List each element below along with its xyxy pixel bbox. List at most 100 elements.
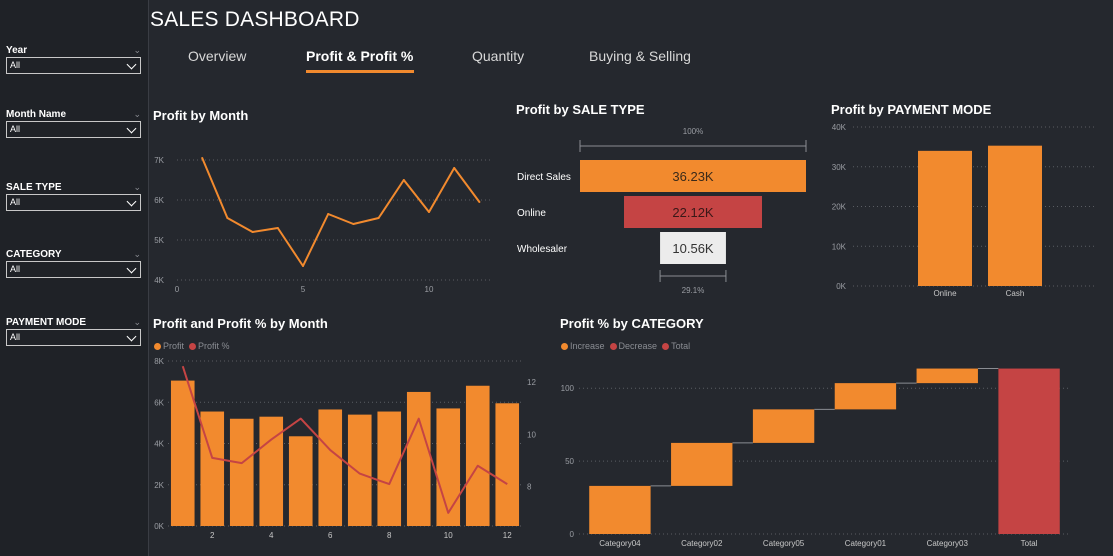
profit-line [201,157,481,267]
legend-label: Total [671,341,691,351]
y-tick-label: 50 [565,457,574,466]
line-point [402,179,405,181]
payment-bar [918,150,972,286]
x-category-label: Category01 [845,539,887,548]
filter-selected-value: All [10,60,21,70]
profit-pct-by-category-chart: 0 50 100 Category04 Category02 Category05 Cate… [561,368,1070,548]
y-tick-label: 4K [154,276,164,285]
x-category-label: Online [933,289,957,298]
filter-year: Year ⌄ All [6,45,143,74]
filter-label: SALE TYPE [6,182,62,193]
profit-bar [170,380,195,526]
waterfall-bar [752,409,815,443]
x-category-label: Category02 [681,539,723,548]
line-point [428,211,430,213]
legend-item: Profit [154,341,184,351]
x-tick-label: 10 [425,285,434,294]
filter-dropdown-category[interactable]: All [6,261,141,278]
chart-title-profit-and-profit-pct-by-month: Profit and Profit % by Month [153,316,328,331]
profit-and-profit-pct-chart: 0K 2K 4K 6K 8K 8 10 12 2 4 6 8 10 12 [154,357,536,540]
profit-bar [347,414,372,526]
chart-title-profit-by-sale-type: Profit by SALE TYPE [516,102,645,117]
y-tick-label-left: 8K [154,357,164,366]
profit-pct-by-category-legend: Increase Decrease Total [561,341,695,351]
page-title: SALES DASHBOARD [150,8,360,31]
chart-title-profit-by-month: Profit by Month [153,108,249,123]
filter-label: PAYMENT MODE [6,317,87,328]
waterfall-bar [916,368,978,384]
x-tick-label: 12 [503,531,512,540]
line-point [251,231,254,233]
waterfall-bar [998,368,1060,534]
tab-overview[interactable]: Overview [188,48,246,64]
filter-label: Year [6,45,28,56]
filter-sale-type: SALE TYPE ⌄ All [6,182,143,211]
filter-dropdown-month-name[interactable]: All [6,121,141,138]
chevron-down-icon[interactable]: ⌄ [133,317,141,328]
chevron-down-icon [126,196,137,207]
legend-label: Profit [163,341,185,351]
filter-dropdown-payment-mode[interactable]: All [6,329,141,346]
y-tick-label: 0K [836,282,846,291]
y-tick-label-left: 4K [154,440,164,449]
profit-bar [229,418,254,526]
y-tick-label-left: 6K [154,398,164,407]
legend-item: Total [662,341,690,351]
y-tick-label: 100 [561,384,575,393]
funnel-top-label: 100% [683,127,703,136]
x-category-label: Category03 [927,539,969,548]
x-category-label: Category04 [599,539,641,548]
x-tick-label: 0 [175,285,180,294]
y-tick-label: 6K [154,196,164,205]
line-point [327,213,330,215]
chart-title-profit-by-payment-mode: Profit by PAYMENT MODE [831,102,992,117]
chevron-down-icon[interactable]: ⌄ [133,45,141,56]
filter-payment-mode: PAYMENT MODE ⌄ All [6,317,143,346]
x-category-label: Category05 [763,539,805,548]
waterfall-bar [671,442,733,486]
legend-label: Profit % [198,341,230,351]
active-tab-indicator [306,70,414,73]
y-tick-label-left: 2K [154,481,164,490]
tab-profit-profit[interactable]: Profit & Profit % [306,48,413,64]
line-point [352,223,355,225]
x-tick-label: 2 [210,531,215,540]
chevron-down-icon[interactable]: ⌄ [133,109,141,120]
legend-marker [662,343,670,350]
funnel-category-label: Online [517,208,546,219]
filter-month-name: Month Name ⌄ All [6,109,143,138]
legend-item: Increase [561,341,605,351]
filter-dropdown-sale-type[interactable]: All [6,194,141,211]
filter-selected-value: All [10,264,21,274]
filter-dropdown-year[interactable]: All [6,57,141,74]
legend-label: Increase [570,341,605,351]
profit-bar [318,409,343,526]
profit-bar [465,385,490,526]
x-tick-label: 5 [301,285,306,294]
profit-by-payment-mode-chart: 0K 10K 20K 30K 40K Online Cash [832,123,1095,298]
x-tick-label: 10 [444,531,453,540]
tab-buying-selling[interactable]: Buying & Selling [589,48,691,64]
y-tick-label-right: 8 [527,483,532,492]
line-point [276,227,279,229]
waterfall-bar [589,485,651,534]
line-point [201,157,204,159]
y-tick-label-right: 12 [527,378,536,387]
filter-label: Month Name [6,109,66,120]
funnel-value-label: 10.56K [672,241,714,256]
legend-marker [189,343,197,350]
tab-quantity[interactable]: Quantity [472,48,524,64]
waterfall-bar [834,383,897,410]
legend-marker [561,343,568,350]
legend-marker [609,343,617,350]
chevron-down-icon [126,331,137,342]
profit-bar [377,411,402,526]
legend-marker [154,343,161,350]
funnel-category-label: Direct Sales [517,172,571,183]
filter-selected-value: All [10,197,21,207]
y-tick-label-left: 0K [154,522,164,531]
chevron-down-icon [126,59,137,70]
chevron-down-icon[interactable]: ⌄ [133,182,141,193]
y-tick-label: 7K [154,156,164,165]
chevron-down-icon[interactable]: ⌄ [133,249,141,260]
